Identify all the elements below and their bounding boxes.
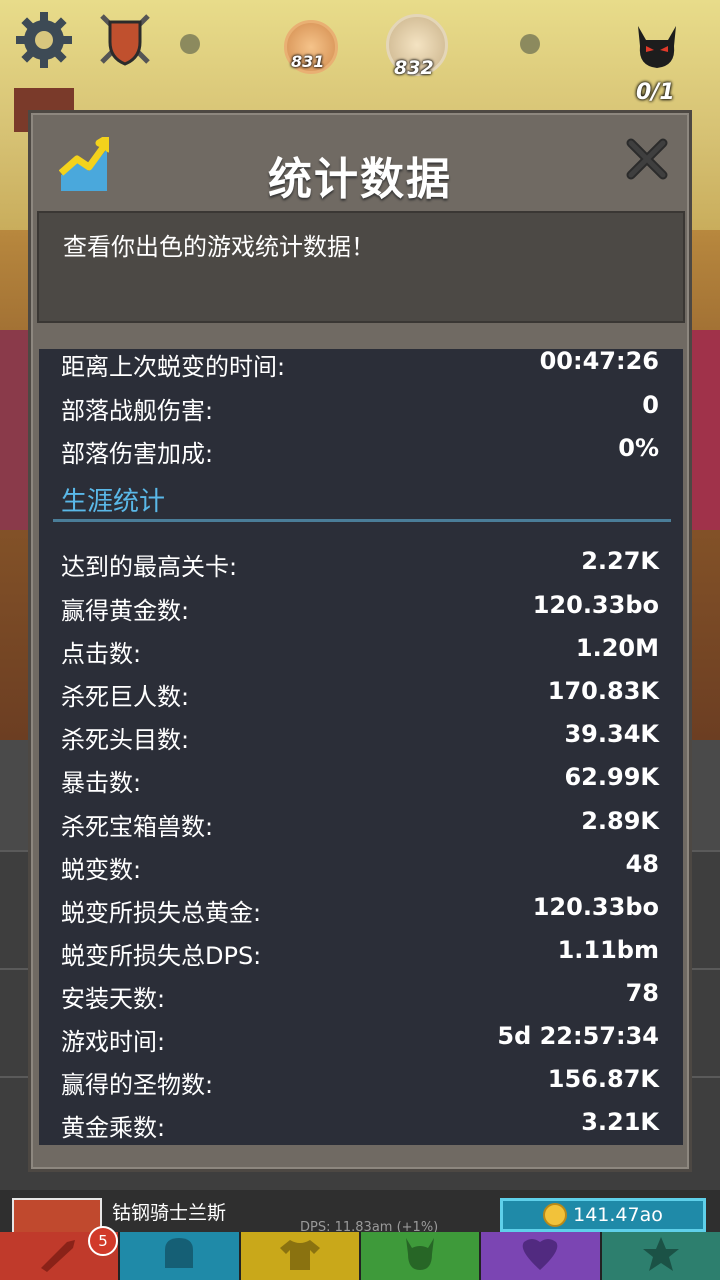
stat-value: 62.99K bbox=[564, 763, 659, 791]
stat-row: 杀死宝箱兽数: 2.89K bbox=[39, 803, 683, 843]
stage-dot-icon bbox=[180, 34, 200, 54]
hero-upgrade-button[interactable]: 141.47ao bbox=[500, 1198, 706, 1232]
tab-pets[interactable] bbox=[360, 1232, 482, 1280]
stat-label: 赢得黄金数: bbox=[61, 597, 190, 625]
stat-value: 48 bbox=[625, 850, 659, 878]
stat-row: 赢得的圣物数: 156.87K bbox=[39, 1061, 683, 1101]
stat-value: 0 bbox=[642, 391, 659, 419]
hero-name: 钴钢骑士兰斯 bbox=[112, 1202, 227, 1224]
scene-character bbox=[0, 330, 30, 530]
stat-value: 3.21K bbox=[581, 1108, 659, 1136]
stat-label: 部落伤害加成: bbox=[61, 440, 214, 468]
tab-sword[interactable]: 5 bbox=[0, 1226, 121, 1280]
gold-coin-icon bbox=[543, 1203, 568, 1227]
stat-value: 170.83K bbox=[547, 677, 659, 705]
stat-row: 杀死巨人数: 170.83K bbox=[39, 673, 683, 713]
career-section-header: 生涯统计 bbox=[61, 487, 166, 517]
stat-row: 部落伤害加成: 0% bbox=[39, 430, 683, 470]
stat-label: 杀死头目数: bbox=[61, 726, 190, 754]
stat-value: 1.20M bbox=[575, 634, 659, 662]
stat-value: 5d 22:57:34 bbox=[497, 1022, 659, 1050]
stage-number-prev: 831 bbox=[291, 52, 325, 71]
boss-progress-text: 0/1 bbox=[636, 80, 675, 105]
dialog-title: 统计数据 bbox=[268, 154, 452, 205]
stat-value: 120.33bo bbox=[532, 591, 659, 619]
stat-value: 78 bbox=[625, 979, 659, 1007]
stat-row: 游戏时间: 5d 22:57:34 bbox=[39, 1018, 683, 1058]
section-divider bbox=[53, 519, 671, 522]
stat-row: 蜕变所损失总黄金: 120.33bo bbox=[39, 889, 683, 929]
tab-equipment[interactable] bbox=[240, 1232, 361, 1280]
stat-row: 暴击数: 62.99K bbox=[39, 759, 683, 799]
bottom-tab-bar: 5 bbox=[0, 1226, 720, 1280]
stat-value: 1.11bm bbox=[557, 936, 659, 964]
stat-row: 赢得黄金数: 120.33bo bbox=[39, 587, 683, 627]
stat-value: 156.87K bbox=[547, 1065, 659, 1093]
artifact-icon bbox=[518, 1236, 562, 1276]
stat-label: 游戏时间: bbox=[61, 1028, 166, 1056]
stat-label: 安装天数: bbox=[61, 985, 166, 1013]
star-icon bbox=[641, 1235, 681, 1277]
scene-character bbox=[690, 330, 720, 530]
hero-upgrade-cost: 141.47ao bbox=[573, 1204, 663, 1226]
settings-gear-icon[interactable] bbox=[14, 10, 74, 70]
shirt-icon bbox=[278, 1236, 322, 1276]
stat-value: 00:47:26 bbox=[539, 349, 659, 375]
dragon-icon bbox=[400, 1234, 440, 1278]
stage-dot-icon bbox=[520, 34, 540, 54]
tab-artifacts[interactable] bbox=[481, 1232, 602, 1280]
stat-row: 蜕变所损失总DPS: 1.11bm bbox=[39, 932, 683, 972]
close-button[interactable] bbox=[625, 137, 669, 181]
stat-value: 120.33bo bbox=[532, 893, 659, 921]
tab-heroes[interactable] bbox=[120, 1232, 241, 1280]
stat-label: 蜕变所损失总黄金: bbox=[61, 899, 262, 927]
stat-value: 2.89K bbox=[581, 807, 659, 835]
boss-devil-icon[interactable] bbox=[632, 22, 682, 72]
sword-icon bbox=[37, 1236, 81, 1276]
stat-value: 2.27K bbox=[581, 547, 659, 575]
dialog-description: 查看你出色的游戏统计数据！ bbox=[63, 233, 375, 261]
stat-row: 点击数: 1.20M bbox=[39, 630, 683, 670]
stat-label: 黄金乘数: bbox=[61, 1114, 166, 1142]
stat-label: 蜕变数: bbox=[61, 856, 142, 884]
stat-label: 杀死宝箱兽数: bbox=[61, 813, 214, 841]
stat-row: 安装天数: 78 bbox=[39, 975, 683, 1015]
statistics-dialog: 统计数据 查看你出色的游戏统计数据！ 距离上次蜕变的时间: 00:47:26 部… bbox=[28, 110, 692, 1172]
stat-row: 杀死头目数: 39.34K bbox=[39, 716, 683, 756]
tab-badge: 5 bbox=[88, 1226, 118, 1256]
stage-number-current: 832 bbox=[394, 57, 434, 79]
stat-label: 杀死巨人数: bbox=[61, 683, 190, 711]
helmet-icon bbox=[159, 1234, 199, 1278]
stat-row: 距离上次蜕变的时间: 00:47:26 bbox=[39, 349, 683, 383]
stat-label: 达到的最高关卡: bbox=[61, 553, 238, 581]
description-box: 查看你出色的游戏统计数据！ bbox=[37, 211, 685, 323]
stat-label: 赢得的圣物数: bbox=[61, 1071, 214, 1099]
stat-label: 部落战舰伤害: bbox=[61, 397, 214, 425]
stat-value: 0% bbox=[618, 434, 659, 462]
stat-row: 达到的最高关卡: 2.27K bbox=[39, 543, 683, 583]
clan-shield-icon[interactable] bbox=[96, 12, 154, 68]
stat-label: 蜕变所损失总DPS: bbox=[61, 942, 262, 970]
stat-label: 点击数: bbox=[61, 640, 142, 668]
stat-label: 距离上次蜕变的时间: bbox=[61, 353, 286, 381]
stat-row: 黄金乘数: 3.21K bbox=[39, 1104, 683, 1144]
stats-scroll-list[interactable]: 距离上次蜕变的时间: 00:47:26 部落战舰伤害: 0 部落伤害加成: 0%… bbox=[39, 349, 683, 1145]
close-icon bbox=[625, 138, 669, 185]
stat-row: 部落战舰伤害: 0 bbox=[39, 387, 683, 427]
tab-shop[interactable] bbox=[601, 1232, 720, 1280]
stat-label: 暴击数: bbox=[61, 769, 142, 797]
stat-value: 39.34K bbox=[564, 720, 659, 748]
stat-row: 蜕变数: 48 bbox=[39, 846, 683, 886]
